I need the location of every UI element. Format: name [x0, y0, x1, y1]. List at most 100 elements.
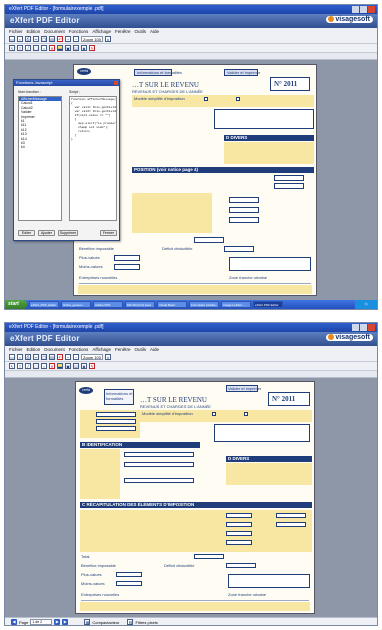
- menu-functions[interactable]: Fonctions: [69, 346, 89, 353]
- simplified-model-checkbox[interactable]: [212, 412, 216, 416]
- line-tool-icon[interactable]: ╱: [25, 45, 31, 51]
- deficit-field[interactable]: [224, 246, 254, 252]
- close-button[interactable]: [368, 324, 375, 331]
- zoom-out-icon[interactable]: −: [73, 354, 79, 360]
- compact-icon[interactable]: ▦: [84, 619, 91, 625]
- identification-field-2[interactable]: [124, 462, 194, 467]
- compact-label[interactable]: Compactacteur: [92, 620, 119, 625]
- pixel-filter-icon[interactable]: ▧: [127, 619, 134, 625]
- highlight-icon[interactable]: ▬: [57, 363, 63, 369]
- amount-field-2[interactable]: [229, 207, 259, 213]
- delete-icon[interactable]: ✕: [49, 45, 55, 51]
- position-field-1[interactable]: [274, 175, 304, 181]
- page-number-field[interactable]: 1 de 2: [30, 619, 53, 625]
- identification-field-1[interactable]: [124, 452, 194, 457]
- zoom-field[interactable]: Zoom 100: [81, 36, 103, 42]
- recap-field-1[interactable]: [226, 513, 252, 518]
- field-tool-icon[interactable]: ▣: [65, 363, 71, 369]
- declarant-field-1[interactable]: [96, 412, 136, 417]
- amount-field-1[interactable]: [229, 197, 259, 203]
- validate-print-button[interactable]: Valider et imprimer: [226, 385, 261, 392]
- first-page-icon[interactable]: ◀: [11, 619, 17, 625]
- menu-window[interactable]: Fenêtre: [115, 346, 131, 353]
- select-arrow-icon[interactable]: ↖: [9, 45, 15, 51]
- taskbar-item-active[interactable]: eXfert PDF Editor: [253, 301, 283, 308]
- ellipse-tool-icon[interactable]: ○: [41, 363, 47, 369]
- undo-icon[interactable]: ↶: [57, 354, 63, 360]
- taskbar-item[interactable]: MS Word (3) avec: [125, 301, 155, 308]
- identification-field-3[interactable]: [124, 478, 194, 483]
- undo-icon[interactable]: ↶: [57, 36, 63, 42]
- function-list[interactable]: AfficherMessage Calcul1 Calcul2 Valider …: [18, 96, 62, 221]
- edit-button[interactable]: Editer: [18, 230, 35, 236]
- menu-edit[interactable]: Edition: [27, 28, 41, 35]
- checkbox-tool-icon[interactable]: ☑: [73, 363, 79, 369]
- total-field[interactable]: [194, 554, 224, 559]
- field-tool-icon[interactable]: ▣: [65, 45, 71, 51]
- grid-icon[interactable]: #: [105, 354, 111, 360]
- text-tool-icon[interactable]: T: [17, 363, 23, 369]
- print-icon[interactable]: ⎙: [25, 354, 31, 360]
- menu-help[interactable]: Aide: [150, 28, 159, 35]
- plus-values-field[interactable]: [114, 255, 140, 261]
- recap-field-6[interactable]: [276, 522, 306, 527]
- taskbar-item[interactable]: Adobe PDF: [93, 301, 123, 308]
- info-button[interactable]: Informations et formalités: [134, 69, 182, 76]
- moins-values-field[interactable]: [114, 264, 140, 270]
- plus-values-field[interactable]: [116, 572, 142, 577]
- menu-edit[interactable]: Edition: [27, 346, 41, 353]
- select-arrow-icon[interactable]: ↖: [9, 363, 15, 369]
- menu-file[interactable]: Fichier: [9, 28, 23, 35]
- print-icon[interactable]: ⎙: [25, 36, 31, 42]
- copy-icon[interactable]: ❐: [41, 36, 47, 42]
- recap-field-3[interactable]: [226, 531, 252, 536]
- minimize-button[interactable]: [352, 6, 359, 13]
- taskbar-item[interactable]: Image1-eXfert...: [221, 301, 251, 308]
- simplified-model-checkbox[interactable]: [204, 97, 208, 101]
- maximize-button[interactable]: [360, 324, 367, 331]
- paste-icon[interactable]: ▤: [49, 36, 55, 42]
- zoom-in-icon[interactable]: +: [65, 354, 71, 360]
- taskbar-item[interactable]: fichier_genera...: [61, 301, 91, 308]
- start-button[interactable]: start: [5, 300, 27, 309]
- pen-tool-icon[interactable]: ✎: [89, 45, 95, 51]
- open-icon[interactable]: ▭: [9, 354, 15, 360]
- pen-tool-icon[interactable]: ✎: [89, 363, 95, 369]
- validate-print-button[interactable]: Valider et imprimer: [224, 69, 260, 76]
- recap-field-2[interactable]: [226, 522, 252, 527]
- zoom-in-icon[interactable]: +: [65, 36, 71, 42]
- menu-help[interactable]: Aide: [150, 346, 159, 353]
- zoom-out-icon[interactable]: −: [73, 36, 79, 42]
- delete-button[interactable]: Supprimer: [58, 230, 78, 236]
- menu-tools[interactable]: Outils: [135, 346, 147, 353]
- line-tool-icon[interactable]: ╱: [25, 363, 31, 369]
- info-button[interactable]: Informations et formalités: [104, 389, 134, 405]
- recap-field-5[interactable]: [276, 513, 306, 518]
- rectangle-tool-icon[interactable]: □: [33, 45, 39, 51]
- zoom-field[interactable]: Zoom 100: [81, 354, 103, 360]
- dialog-close-icon[interactable]: [114, 81, 118, 85]
- menu-window[interactable]: Fenêtre: [115, 28, 131, 35]
- button-tool-icon[interactable]: ◙: [81, 45, 87, 51]
- save-icon[interactable]: ▪: [17, 354, 23, 360]
- menu-view[interactable]: Affichage: [92, 28, 111, 35]
- add-button[interactable]: Ajouter: [38, 230, 55, 236]
- paste-icon[interactable]: ▤: [49, 354, 55, 360]
- grid-icon[interactable]: #: [105, 36, 111, 42]
- function-list-item[interactable]: k4: [19, 145, 61, 149]
- close-button[interactable]: [368, 6, 375, 13]
- moins-values-field[interactable]: [116, 581, 142, 586]
- open-icon[interactable]: ▭: [9, 36, 15, 42]
- declarant-field-2[interactable]: [96, 419, 136, 424]
- pixel-filter-label[interactable]: Filtres pixels: [135, 620, 157, 625]
- button-tool-icon[interactable]: ◙: [81, 363, 87, 369]
- taskbar-item[interactable]: Formulaire (Adobe...: [189, 301, 219, 308]
- last-page-icon[interactable]: ▶: [62, 619, 69, 625]
- save-icon[interactable]: ▪: [17, 36, 23, 42]
- checkbox-tool-icon[interactable]: ☑: [73, 45, 79, 51]
- maximize-button[interactable]: [360, 6, 367, 13]
- rectangle-tool-icon[interactable]: □: [33, 363, 39, 369]
- deficit-field[interactable]: [226, 563, 256, 568]
- menu-document[interactable]: Document: [44, 346, 65, 353]
- close-dialog-button[interactable]: Fermer: [100, 230, 117, 236]
